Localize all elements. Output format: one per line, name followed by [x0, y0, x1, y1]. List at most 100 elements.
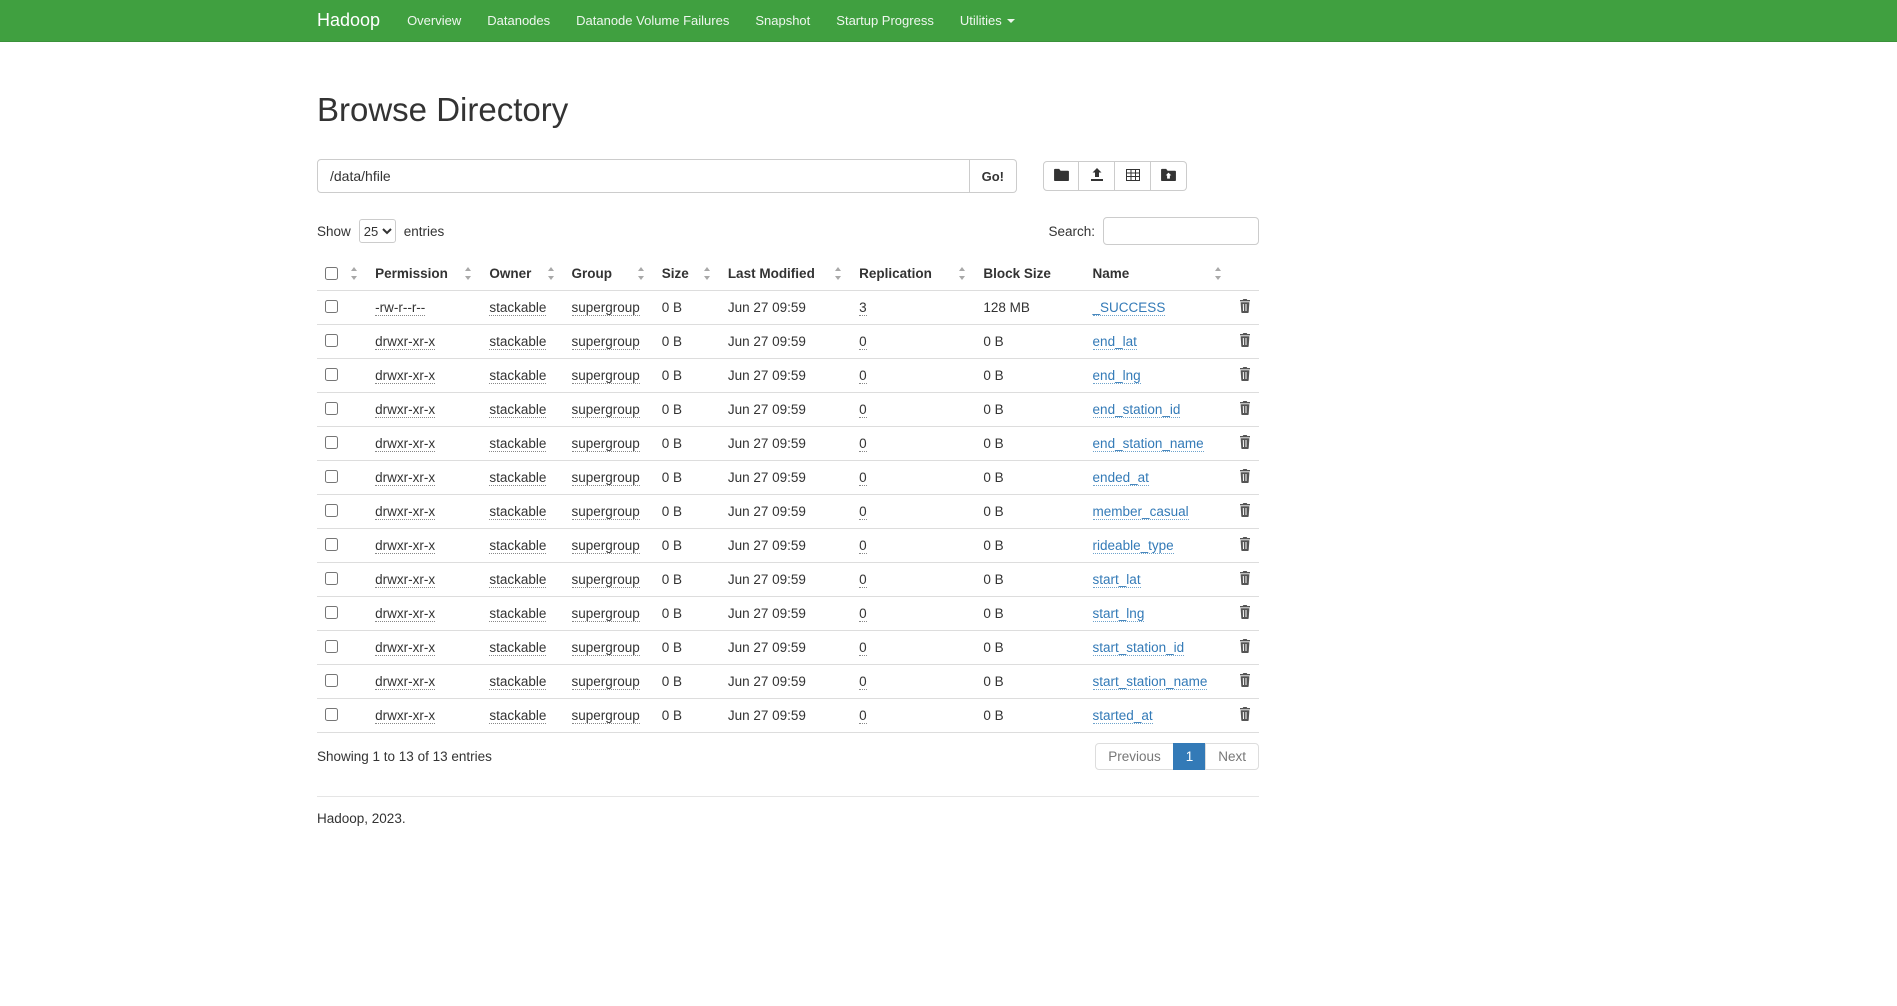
replication-value[interactable]: 0 [859, 470, 867, 486]
pagination-page-1[interactable]: 1 [1173, 743, 1207, 770]
group-value[interactable]: supergroup [572, 300, 640, 316]
nav-item-utilities-dropdown[interactable]: Utilities [947, 0, 1028, 42]
owner-value[interactable]: stackable [489, 572, 546, 588]
permission-value[interactable]: drwxr-xr-x [375, 708, 435, 724]
permission-value[interactable]: drwxr-xr-x [375, 368, 435, 384]
go-button[interactable]: Go! [970, 159, 1017, 193]
owner-value[interactable]: stackable [489, 436, 546, 452]
row-checkbox[interactable] [325, 640, 338, 653]
group-value[interactable]: supergroup [572, 538, 640, 554]
owner-value[interactable]: stackable [489, 606, 546, 622]
permission-value[interactable]: drwxr-xr-x [375, 504, 435, 520]
owner-value[interactable]: stackable [489, 640, 546, 656]
delete-button[interactable] [1239, 333, 1251, 347]
group-value[interactable]: supergroup [572, 606, 640, 622]
permission-value[interactable]: drwxr-xr-x [375, 436, 435, 452]
delete-button[interactable] [1239, 367, 1251, 381]
replication-value[interactable]: 0 [859, 708, 867, 724]
select-all-checkbox[interactable] [325, 267, 338, 280]
nav-item-startup-progress[interactable]: Startup Progress [823, 0, 947, 42]
header-permission[interactable]: Permission [367, 257, 481, 291]
new-folder-button[interactable] [1151, 161, 1187, 191]
permission-value[interactable]: drwxr-xr-x [375, 640, 435, 656]
folder-open-button[interactable] [1043, 161, 1079, 191]
table-view-button[interactable] [1115, 161, 1151, 191]
row-checkbox[interactable] [325, 708, 338, 721]
file-name-link[interactable]: ended_at [1093, 470, 1149, 486]
upload-button[interactable] [1079, 161, 1115, 191]
file-name-link[interactable]: member_casual [1093, 504, 1189, 520]
directory-path-input[interactable] [317, 159, 970, 193]
owner-value[interactable]: stackable [489, 402, 546, 418]
delete-button[interactable] [1239, 605, 1251, 619]
header-size[interactable]: Size [654, 257, 720, 291]
replication-value[interactable]: 0 [859, 436, 867, 452]
delete-button[interactable] [1239, 639, 1251, 653]
permission-value[interactable]: drwxr-xr-x [375, 572, 435, 588]
permission-value[interactable]: drwxr-xr-x [375, 606, 435, 622]
delete-button[interactable] [1239, 469, 1251, 483]
file-name-link[interactable]: start_station_name [1093, 674, 1208, 690]
owner-value[interactable]: stackable [489, 504, 546, 520]
file-name-link[interactable]: start_lat [1093, 572, 1141, 588]
group-value[interactable]: supergroup [572, 470, 640, 486]
permission-value[interactable]: drwxr-xr-x [375, 470, 435, 486]
replication-value[interactable]: 0 [859, 402, 867, 418]
file-name-link[interactable]: started_at [1093, 708, 1153, 724]
group-value[interactable]: supergroup [572, 572, 640, 588]
nav-item-overview[interactable]: Overview [394, 0, 474, 42]
group-value[interactable]: supergroup [572, 640, 640, 656]
owner-value[interactable]: stackable [489, 708, 546, 724]
row-checkbox[interactable] [325, 504, 338, 517]
replication-value[interactable]: 0 [859, 572, 867, 588]
owner-value[interactable]: stackable [489, 300, 546, 316]
replication-value[interactable]: 0 [859, 368, 867, 384]
file-name-link[interactable]: start_lng [1093, 606, 1145, 622]
file-name-link[interactable]: _SUCCESS [1093, 300, 1166, 316]
owner-value[interactable]: stackable [489, 334, 546, 350]
group-value[interactable]: supergroup [572, 334, 640, 350]
delete-button[interactable] [1239, 673, 1251, 687]
nav-item-snapshot[interactable]: Snapshot [742, 0, 823, 42]
group-value[interactable]: supergroup [572, 708, 640, 724]
row-checkbox[interactable] [325, 674, 338, 687]
row-checkbox[interactable] [325, 538, 338, 551]
brand-hadoop[interactable]: Hadoop [317, 10, 380, 31]
replication-value[interactable]: 0 [859, 538, 867, 554]
row-checkbox[interactable] [325, 572, 338, 585]
delete-button[interactable] [1239, 299, 1251, 313]
delete-button[interactable] [1239, 707, 1251, 721]
owner-value[interactable]: stackable [489, 538, 546, 554]
file-name-link[interactable]: rideable_type [1093, 538, 1174, 554]
permission-value[interactable]: drwxr-xr-x [375, 538, 435, 554]
page-size-select[interactable]: 25 [359, 219, 396, 243]
nav-item-datanode-volume-failures[interactable]: Datanode Volume Failures [563, 0, 742, 42]
header-last-modified[interactable]: Last Modified [720, 257, 851, 291]
file-name-link[interactable]: end_station_name [1093, 436, 1204, 452]
permission-value[interactable]: drwxr-xr-x [375, 334, 435, 350]
group-value[interactable]: supergroup [572, 504, 640, 520]
replication-value[interactable]: 3 [859, 300, 867, 316]
row-checkbox[interactable] [325, 470, 338, 483]
delete-button[interactable] [1239, 571, 1251, 585]
owner-value[interactable]: stackable [489, 368, 546, 384]
file-name-link[interactable]: start_station_id [1093, 640, 1185, 656]
row-checkbox[interactable] [325, 402, 338, 415]
delete-button[interactable] [1239, 537, 1251, 551]
delete-button[interactable] [1239, 503, 1251, 517]
replication-value[interactable]: 0 [859, 334, 867, 350]
replication-value[interactable]: 0 [859, 504, 867, 520]
owner-value[interactable]: stackable [489, 674, 546, 690]
pagination-previous[interactable]: Previous [1095, 743, 1174, 770]
row-checkbox[interactable] [325, 334, 338, 347]
header-owner[interactable]: Owner [481, 257, 563, 291]
pagination-next[interactable]: Next [1205, 743, 1259, 770]
permission-value[interactable]: -rw-r--r-- [375, 300, 425, 316]
replication-value[interactable]: 0 [859, 640, 867, 656]
delete-button[interactable] [1239, 435, 1251, 449]
replication-value[interactable]: 0 [859, 674, 867, 690]
owner-value[interactable]: stackable [489, 470, 546, 486]
replication-value[interactable]: 0 [859, 606, 867, 622]
group-value[interactable]: supergroup [572, 674, 640, 690]
row-checkbox[interactable] [325, 300, 338, 313]
